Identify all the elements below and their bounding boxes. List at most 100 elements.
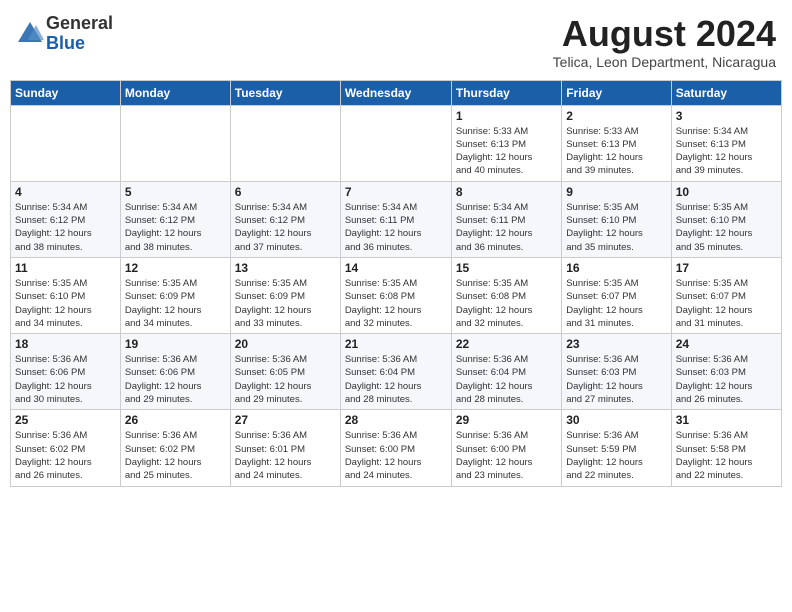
calendar-cell: 17Sunrise: 5:35 AM Sunset: 6:07 PM Dayli… xyxy=(671,257,781,333)
day-info: Sunrise: 5:36 AM Sunset: 5:59 PM Dayligh… xyxy=(566,429,666,482)
calendar-cell: 10 Sunrise: 5:35 AM Sunset: 6:10 PM Dayli… xyxy=(671,181,781,257)
logo-blue-text: Blue xyxy=(46,34,113,54)
day-number: 19 xyxy=(125,337,226,351)
day-number: 13 xyxy=(235,261,336,275)
day-number: 23 xyxy=(566,337,666,351)
day-info: Sunrise: 5:36 AM Sunset: 6:04 PM Dayligh… xyxy=(345,353,447,406)
day-number: 16 xyxy=(566,261,666,275)
day-header-saturday: Saturday xyxy=(671,80,781,105)
day-number: 5 xyxy=(125,185,226,199)
logo-general-text: General xyxy=(46,14,113,34)
calendar-cell: 21 Sunrise: 5:36 AM Sunset: 6:04 PM Dayli… xyxy=(340,334,451,410)
calendar-week-row: 11Sunrise: 5:35 AM Sunset: 6:10 PM Dayli… xyxy=(11,257,782,333)
day-number: 9 xyxy=(566,185,666,199)
calendar-cell: 20 Sunrise: 5:36 AM Sunset: 6:05 PM Dayli… xyxy=(230,334,340,410)
day-info: Sunrise: 5:36 AM Sunset: 6:01 PM Dayligh… xyxy=(235,429,336,482)
day-number: 1 xyxy=(456,109,557,123)
calendar-cell: 23 Sunrise: 5:36 AM Sunset: 6:03 PM Dayli… xyxy=(562,334,671,410)
day-number: 14 xyxy=(345,261,447,275)
day-number: 31 xyxy=(676,413,777,427)
day-number: 27 xyxy=(235,413,336,427)
day-header-monday: Monday xyxy=(120,80,230,105)
calendar-week-row: 25 Sunrise: 5:36 AM Sunset: 6:02 PM Dayli… xyxy=(11,410,782,486)
day-number: 20 xyxy=(235,337,336,351)
day-header-sunday: Sunday xyxy=(11,80,121,105)
day-info: Sunrise: 5:34 AM Sunset: 6:12 PM Dayligh… xyxy=(235,201,336,254)
calendar-cell: 19 Sunrise: 5:36 AM Sunset: 6:06 PM Dayli… xyxy=(120,334,230,410)
calendar-cell xyxy=(340,105,451,181)
day-number: 29 xyxy=(456,413,557,427)
day-number: 11 xyxy=(15,261,116,275)
calendar-cell: 22 Sunrise: 5:36 AM Sunset: 6:04 PM Dayli… xyxy=(451,334,561,410)
calendar-cell: 7 Sunrise: 5:34 AM Sunset: 6:11 PM Daylig… xyxy=(340,181,451,257)
day-number: 22 xyxy=(456,337,557,351)
calendar-cell xyxy=(120,105,230,181)
day-info: Sunrise: 5:36 AM Sunset: 6:03 PM Dayligh… xyxy=(676,353,777,406)
day-number: 30 xyxy=(566,413,666,427)
day-header-thursday: Thursday xyxy=(451,80,561,105)
calendar-cell: 9 Sunrise: 5:35 AM Sunset: 6:10 PM Daylig… xyxy=(562,181,671,257)
calendar-cell: 28 Sunrise: 5:36 AM Sunset: 6:00 PM Dayli… xyxy=(340,410,451,486)
calendar-title: August 2024 xyxy=(553,14,776,54)
day-number: 15 xyxy=(456,261,557,275)
day-number: 10 xyxy=(676,185,777,199)
calendar-cell: 8 Sunrise: 5:34 AM Sunset: 6:11 PM Daylig… xyxy=(451,181,561,257)
calendar-location: Telica, Leon Department, Nicaragua xyxy=(553,54,776,70)
calendar-cell: 3 Sunrise: 5:34 AM Sunset: 6:13 PM Daylig… xyxy=(671,105,781,181)
day-number: 28 xyxy=(345,413,447,427)
day-header-friday: Friday xyxy=(562,80,671,105)
day-info: Sunrise: 5:34 AM Sunset: 6:11 PM Dayligh… xyxy=(345,201,447,254)
logo-text: General Blue xyxy=(46,14,113,54)
day-info: Sunrise: 5:34 AM Sunset: 6:12 PM Dayligh… xyxy=(125,201,226,254)
day-info: Sunrise: 5:35 AM Sunset: 6:08 PM Dayligh… xyxy=(456,277,557,330)
day-info: Sunrise: 5:36 AM Sunset: 6:02 PM Dayligh… xyxy=(125,429,226,482)
calendar-cell: 11Sunrise: 5:35 AM Sunset: 6:10 PM Dayli… xyxy=(11,257,121,333)
day-info: Sunrise: 5:34 AM Sunset: 6:12 PM Dayligh… xyxy=(15,201,116,254)
day-number: 2 xyxy=(566,109,666,123)
day-info: Sunrise: 5:34 AM Sunset: 6:13 PM Dayligh… xyxy=(676,125,777,178)
day-info: Sunrise: 5:36 AM Sunset: 6:06 PM Dayligh… xyxy=(15,353,116,406)
calendar-cell: 30 Sunrise: 5:36 AM Sunset: 5:59 PM Dayli… xyxy=(562,410,671,486)
day-info: Sunrise: 5:36 AM Sunset: 6:05 PM Dayligh… xyxy=(235,353,336,406)
day-number: 24 xyxy=(676,337,777,351)
day-number: 26 xyxy=(125,413,226,427)
day-number: 18 xyxy=(15,337,116,351)
day-number: 25 xyxy=(15,413,116,427)
day-header-wednesday: Wednesday xyxy=(340,80,451,105)
day-number: 3 xyxy=(676,109,777,123)
day-info: Sunrise: 5:35 AM Sunset: 6:10 PM Dayligh… xyxy=(566,201,666,254)
day-info: Sunrise: 5:36 AM Sunset: 6:06 PM Dayligh… xyxy=(125,353,226,406)
calendar-cell: 25 Sunrise: 5:36 AM Sunset: 6:02 PM Dayli… xyxy=(11,410,121,486)
day-info: Sunrise: 5:35 AM Sunset: 6:07 PM Dayligh… xyxy=(676,277,777,330)
calendar-cell: 12 Sunrise: 5:35 AM Sunset: 6:09 PM Dayli… xyxy=(120,257,230,333)
calendar-cell: 15 Sunrise: 5:35 AM Sunset: 6:08 PM Dayli… xyxy=(451,257,561,333)
day-info: Sunrise: 5:35 AM Sunset: 6:10 PM Dayligh… xyxy=(676,201,777,254)
day-info: Sunrise: 5:35 AM Sunset: 6:08 PM Dayligh… xyxy=(345,277,447,330)
day-number: 21 xyxy=(345,337,447,351)
day-number: 7 xyxy=(345,185,447,199)
page-header: General Blue August 2024 Telica, Leon De… xyxy=(10,10,782,74)
calendar-cell: 6 Sunrise: 5:34 AM Sunset: 6:12 PM Daylig… xyxy=(230,181,340,257)
day-info: Sunrise: 5:36 AM Sunset: 6:00 PM Dayligh… xyxy=(345,429,447,482)
calendar-cell: 2Sunrise: 5:33 AM Sunset: 6:13 PM Daylig… xyxy=(562,105,671,181)
calendar-table: SundayMondayTuesdayWednesdayThursdayFrid… xyxy=(10,80,782,487)
day-info: Sunrise: 5:34 AM Sunset: 6:11 PM Dayligh… xyxy=(456,201,557,254)
calendar-week-row: 1Sunrise: 5:33 AM Sunset: 6:13 PM Daylig… xyxy=(11,105,782,181)
day-number: 6 xyxy=(235,185,336,199)
logo-icon xyxy=(16,20,44,48)
calendar-cell: 14 Sunrise: 5:35 AM Sunset: 6:08 PM Dayli… xyxy=(340,257,451,333)
day-number: 12 xyxy=(125,261,226,275)
day-info: Sunrise: 5:35 AM Sunset: 6:07 PM Dayligh… xyxy=(566,277,666,330)
calendar-cell: 18 Sunrise: 5:36 AM Sunset: 6:06 PM Dayli… xyxy=(11,334,121,410)
calendar-cell: 24 Sunrise: 5:36 AM Sunset: 6:03 PM Dayli… xyxy=(671,334,781,410)
calendar-cell: 29Sunrise: 5:36 AM Sunset: 6:00 PM Dayli… xyxy=(451,410,561,486)
day-info: Sunrise: 5:36 AM Sunset: 6:02 PM Dayligh… xyxy=(15,429,116,482)
day-info: Sunrise: 5:35 AM Sunset: 6:09 PM Dayligh… xyxy=(125,277,226,330)
day-number: 4 xyxy=(15,185,116,199)
calendar-cell: 31Sunrise: 5:36 AM Sunset: 5:58 PM Dayli… xyxy=(671,410,781,486)
day-info: Sunrise: 5:36 AM Sunset: 6:03 PM Dayligh… xyxy=(566,353,666,406)
day-number: 8 xyxy=(456,185,557,199)
calendar-week-row: 18 Sunrise: 5:36 AM Sunset: 6:06 PM Dayli… xyxy=(11,334,782,410)
logo: General Blue xyxy=(16,14,113,54)
day-info: Sunrise: 5:36 AM Sunset: 6:04 PM Dayligh… xyxy=(456,353,557,406)
